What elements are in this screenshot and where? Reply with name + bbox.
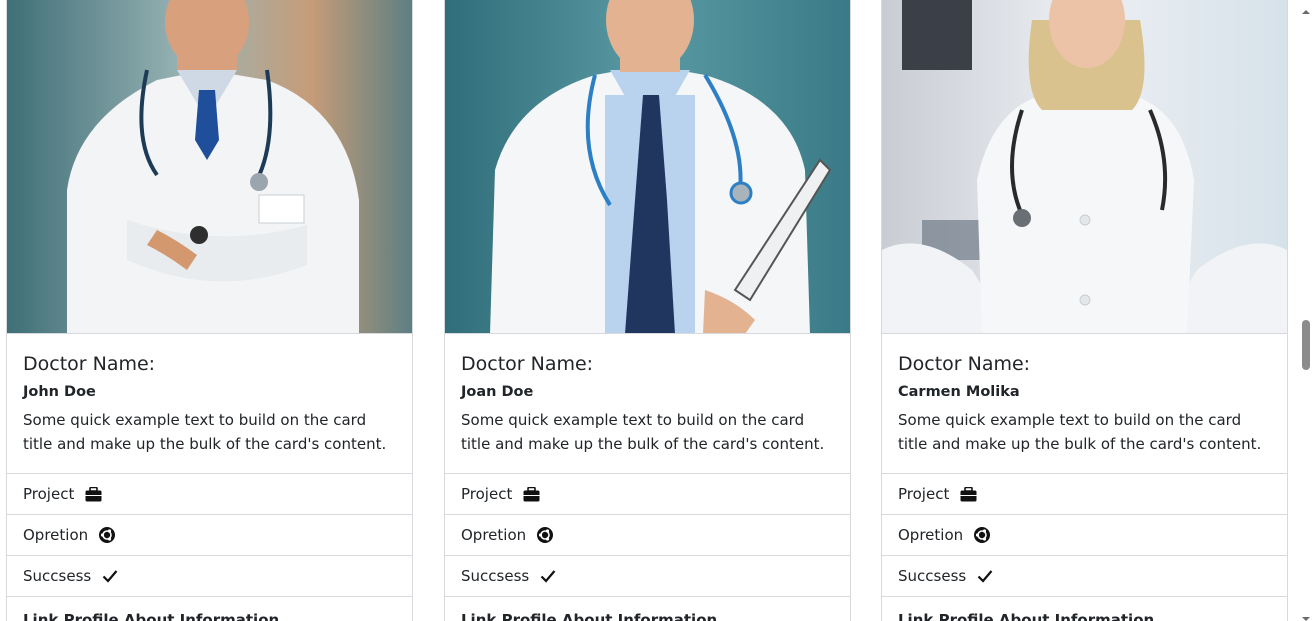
card-footer-links[interactable]: Link Profile About Information bbox=[445, 596, 850, 621]
doctor-name: Carmen Molika bbox=[898, 384, 1020, 400]
briefcase-icon bbox=[84, 485, 102, 503]
card-body: Doctor Name: Joan Doe Some quick example… bbox=[445, 334, 850, 473]
doctor-card: Doctor Name: John Doe Some quick example… bbox=[6, 0, 413, 621]
list-item-label: Project bbox=[898, 485, 950, 503]
list-item-operation[interactable]: Opretion bbox=[882, 514, 1287, 555]
card-footer-links[interactable]: Link Profile About Information bbox=[882, 596, 1287, 621]
list-item-project[interactable]: Project bbox=[882, 473, 1287, 514]
doctor-cards-grid: Doctor Name: John Doe Some quick example… bbox=[0, 0, 1298, 621]
scroll-down-arrow-icon[interactable] bbox=[1301, 609, 1311, 621]
list-item-label: Succsess bbox=[898, 567, 967, 585]
check-icon bbox=[539, 567, 557, 585]
check-icon bbox=[976, 567, 994, 585]
ubuntu-icon bbox=[536, 526, 554, 544]
card-body: Doctor Name: Carmen Molika Some quick ex… bbox=[882, 334, 1287, 473]
doctor-photo-image bbox=[445, 0, 850, 333]
list-item-label: Succsess bbox=[461, 567, 530, 585]
card-text: Some quick example text to build on the … bbox=[461, 411, 825, 453]
briefcase-icon bbox=[959, 485, 977, 503]
card-text: Some quick example text to build on the … bbox=[23, 411, 387, 453]
list-item-label: Opretion bbox=[23, 526, 89, 544]
doctor-card: Doctor Name: Joan Doe Some quick example… bbox=[444, 0, 851, 621]
list-item-success[interactable]: Succsess bbox=[882, 555, 1287, 596]
briefcase-icon bbox=[522, 485, 540, 503]
card-footer-links[interactable]: Link Profile About Information bbox=[7, 596, 412, 621]
list-item-label: Opretion bbox=[461, 526, 527, 544]
doctor-photo bbox=[7, 0, 412, 334]
doctor-card: Doctor Name: Carmen Molika Some quick ex… bbox=[881, 0, 1288, 621]
card-title: Doctor Name: bbox=[461, 353, 594, 375]
list-item-success[interactable]: Succsess bbox=[7, 555, 412, 596]
ubuntu-icon bbox=[98, 526, 116, 544]
list-item-label: Project bbox=[461, 485, 513, 503]
list-item-label: Opretion bbox=[898, 526, 964, 544]
list-item-project[interactable]: Project bbox=[445, 473, 850, 514]
list-item-operation[interactable]: Opretion bbox=[7, 514, 412, 555]
card-text: Some quick example text to build on the … bbox=[898, 411, 1262, 453]
doctor-photo-image bbox=[7, 0, 412, 333]
card-title: Doctor Name: bbox=[898, 353, 1031, 375]
scroll-up-arrow-icon[interactable] bbox=[1301, 2, 1311, 14]
list-item-label: Project bbox=[23, 485, 75, 503]
card-title: Doctor Name: bbox=[23, 353, 156, 375]
card-body: Doctor Name: John Doe Some quick example… bbox=[7, 334, 412, 473]
doctor-name: Joan Doe bbox=[461, 384, 534, 400]
list-item-operation[interactable]: Opretion bbox=[445, 514, 850, 555]
doctor-name: John Doe bbox=[23, 384, 96, 400]
scrollbar-thumb[interactable] bbox=[1302, 320, 1310, 370]
list-item-project[interactable]: Project bbox=[7, 473, 412, 514]
vertical-scrollbar[interactable] bbox=[1298, 0, 1314, 621]
check-icon bbox=[101, 567, 119, 585]
list-item-label: Succsess bbox=[23, 567, 92, 585]
list-item-success[interactable]: Succsess bbox=[445, 555, 850, 596]
doctor-photo bbox=[882, 0, 1287, 334]
ubuntu-icon bbox=[973, 526, 991, 544]
doctor-photo bbox=[445, 0, 850, 334]
doctor-photo-image bbox=[882, 0, 1287, 333]
